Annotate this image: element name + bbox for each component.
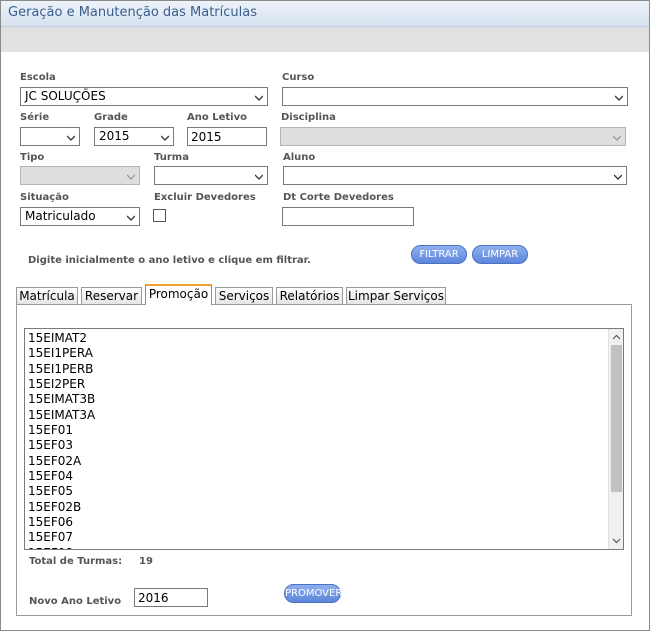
ano-letivo-label: Ano Letivo — [187, 112, 247, 123]
aluno-select[interactable] — [283, 166, 627, 185]
turmas-listbox[interactable]: 15EIMAT2 15EI1PERA 15EI1PERB 15EI2PER 15EIMA… — [24, 328, 624, 550]
list-item[interactable]: 15EI1PERB — [25, 362, 623, 377]
novo-ano-input[interactable] — [134, 588, 208, 607]
tipo-label: Tipo — [20, 152, 45, 163]
turmas-list: 15EIMAT2 15EI1PERA 15EI1PERB 15EI2PER 15EIMA… — [25, 329, 623, 549]
excluir-devedores-checkbox[interactable] — [153, 209, 166, 222]
novo-ano-label: Novo Ano Letivo — [29, 596, 122, 607]
curso-label: Curso — [282, 72, 315, 83]
situacao-label: Situação — [20, 192, 69, 203]
tab-limpar-servicos[interactable]: Limpar Serviços — [346, 287, 446, 305]
list-item[interactable]: 15EI1PERA — [25, 346, 623, 361]
ano-letivo-input[interactable] — [187, 127, 267, 146]
list-item[interactable]: 15EF06 — [25, 515, 623, 530]
chevron-down-icon — [255, 94, 263, 102]
dt-corte-input[interactable] — [282, 207, 414, 226]
list-item[interactable]: 15EF01 — [25, 423, 623, 438]
title-bar: Geração e Manutenção das Matrículas — [1, 1, 649, 27]
serie-select[interactable] — [20, 127, 80, 146]
chevron-down-icon — [161, 134, 169, 142]
grade-value: 2015 — [99, 129, 130, 143]
escola-value: JC SOLUÇÕES — [25, 89, 106, 103]
scroll-down-icon[interactable] — [612, 536, 621, 545]
situacao-value: Matriculado — [25, 209, 96, 223]
chevron-down-icon — [127, 173, 135, 181]
total-turmas-value: 19 — [139, 556, 153, 567]
tab-promocao[interactable]: Promoção — [145, 284, 212, 305]
tab-servicos[interactable]: Serviços — [215, 287, 273, 305]
chevron-down-icon — [67, 134, 75, 142]
list-item[interactable]: 15EF08 — [25, 546, 623, 549]
list-item[interactable]: 15EF03 — [25, 438, 623, 453]
tab-reservar[interactable]: Reservar — [81, 287, 142, 305]
grade-select[interactable]: 2015 — [94, 127, 174, 146]
list-item[interactable]: 15EF04 — [25, 469, 623, 484]
chevron-down-icon — [127, 214, 135, 222]
tab-matricula[interactable]: Matrícula — [16, 287, 78, 305]
tipo-select[interactable] — [20, 166, 140, 185]
excluir-devedores-label: Excluir Devedores — [154, 192, 256, 203]
promover-button[interactable]: PROMOVER — [284, 584, 342, 603]
limpar-button[interactable]: LIMPAR — [472, 245, 528, 264]
grade-label: Grade — [94, 112, 128, 123]
scroll-up-icon[interactable] — [612, 333, 621, 342]
hint-text: Digite inicialmente o ano letivo e cliqu… — [28, 255, 311, 266]
list-item[interactable]: 15EF02B — [25, 500, 623, 515]
page-title: Geração e Manutenção das Matrículas — [8, 5, 258, 20]
tab-relatorios[interactable]: Relatórios — [276, 287, 343, 305]
list-item[interactable]: 15EIMAT3A — [25, 408, 623, 423]
list-item[interactable]: 15EF07 — [25, 530, 623, 545]
scrollbar[interactable] — [608, 329, 623, 549]
list-item[interactable]: 15EIMAT2 — [25, 331, 623, 346]
serie-label: Série — [20, 112, 50, 123]
dt-corte-label: Dt Corte Devedores — [283, 192, 394, 203]
disciplina-select[interactable] — [280, 127, 626, 146]
scrollbar-thumb[interactable] — [611, 345, 622, 492]
situacao-select[interactable]: Matriculado — [20, 207, 140, 226]
filtrar-button[interactable]: FILTRAR — [411, 245, 467, 264]
escola-select[interactable]: JC SOLUÇÕES — [20, 87, 268, 106]
toolbar-strip — [1, 27, 649, 52]
list-item[interactable]: 15EIMAT3B — [25, 392, 623, 407]
escola-label: Escola — [20, 72, 56, 83]
chevron-down-icon — [614, 173, 622, 181]
aluno-label: Aluno — [283, 152, 316, 163]
turma-select[interactable] — [154, 166, 268, 185]
list-item[interactable]: 15EF05 — [25, 484, 623, 499]
total-turmas-label: Total de Turmas: — [29, 556, 123, 567]
turma-label: Turma — [154, 152, 189, 163]
curso-select[interactable] — [282, 87, 628, 106]
disciplina-label: Disciplina — [281, 112, 336, 123]
list-item[interactable]: 15EF02A — [25, 454, 623, 469]
chevron-down-icon — [255, 173, 263, 181]
chevron-down-icon — [613, 134, 621, 142]
chevron-down-icon — [615, 94, 623, 102]
list-item[interactable]: 15EI2PER — [25, 377, 623, 392]
